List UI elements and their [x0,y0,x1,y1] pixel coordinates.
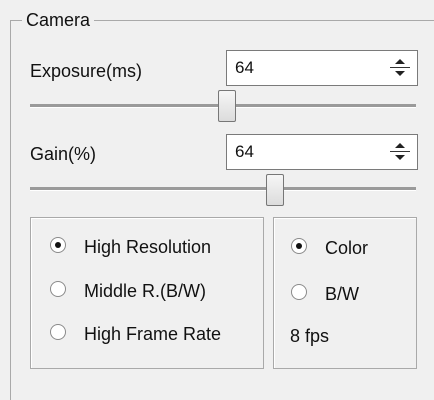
radio-high-resolution[interactable]: High Resolution [50,236,250,260]
exposure-spin-buttons[interactable] [389,56,411,80]
camera-group-title: Camera [22,9,95,31]
fps-readout: 8 fps [290,326,330,346]
exposure-spinbox[interactable]: 64 [226,50,418,86]
exposure-decrement-button[interactable] [389,68,411,80]
spin-up-arrow-icon [395,59,405,64]
radio-high-frame-rate[interactable]: High Frame Rate [50,323,250,347]
radio-middle-resolution[interactable]: Middle R.(B/W) [50,280,250,304]
spin-up-arrow-icon [395,143,405,148]
radio-button-icon[interactable] [50,281,66,297]
exposure-value[interactable]: 64 [235,58,254,78]
exposure-slider-thumb[interactable] [217,90,236,122]
radio-label: Color [325,238,369,258]
gain-label: Gain(%) [30,144,97,164]
radio-color[interactable]: Color [291,237,401,261]
radio-button-icon[interactable] [291,284,307,300]
gain-value[interactable]: 64 [235,142,254,162]
radio-button-icon[interactable] [50,324,66,340]
radio-label: Middle R.(B/W) [84,281,207,301]
radio-bw[interactable]: B/W [291,283,401,307]
radio-label: B/W [325,284,359,304]
gain-slider-track[interactable] [30,187,416,191]
gain-spinbox[interactable]: 64 [226,134,418,170]
radio-button-icon[interactable] [50,237,66,253]
radio-button-icon[interactable] [291,238,307,254]
radio-label: High Resolution [84,237,212,257]
gain-spin-buttons[interactable] [389,140,411,164]
exposure-label: Exposure(ms) [30,61,143,81]
radio-label: High Frame Rate [84,324,222,344]
gain-decrement-button[interactable] [389,152,411,164]
gain-slider-thumb[interactable] [265,174,284,206]
spin-down-arrow-icon [395,71,405,76]
spin-down-arrow-icon [395,155,405,160]
